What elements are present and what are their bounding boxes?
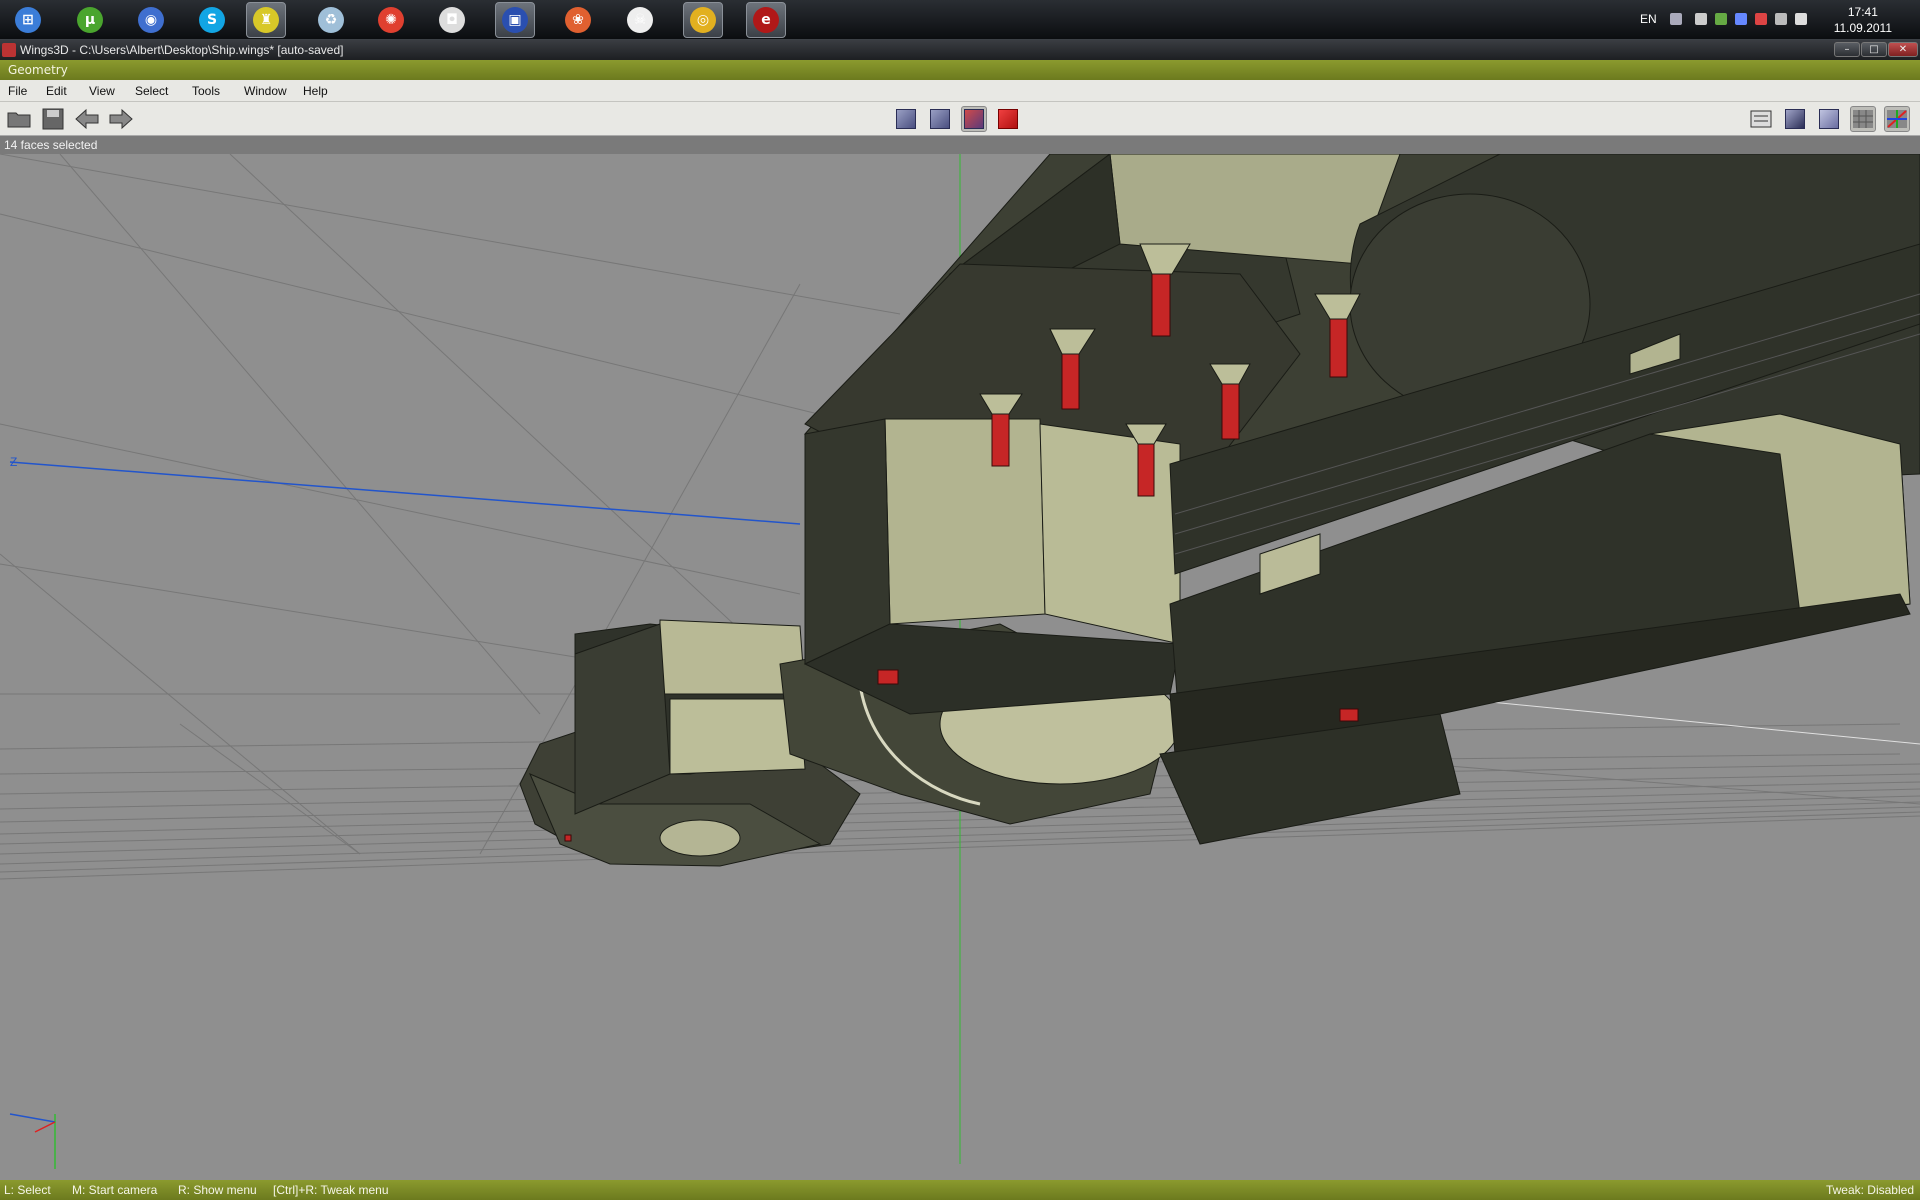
taskbar-app-yellow-icon[interactable]: ♜ [246, 2, 286, 38]
menu-bar: File Edit View Select Tools Window Help [0, 80, 1920, 102]
erlang-icon: e [753, 7, 779, 33]
taskbar-app-red-swirl-icon[interactable]: ✺ [371, 2, 411, 38]
menu-view[interactable]: View [89, 80, 115, 102]
taskbar-skype-icon[interactable]: S [192, 2, 232, 38]
tray-network-icon[interactable] [1715, 13, 1727, 25]
tweak-status[interactable]: Tweak: Disabled [1826, 1180, 1914, 1200]
chrome-icon: ◎ [690, 7, 716, 33]
app-red-swirl-icon: ✺ [378, 7, 404, 33]
floppy-save-icon: ▣ [502, 7, 528, 33]
info-bar: L: Select M: Start camera R: Show menu [… [0, 1180, 1920, 1200]
taskbar-google-earth-icon[interactable]: ◉ [131, 2, 171, 38]
hint-menu: R: Show menu [178, 1183, 257, 1197]
smooth-shaded-icon[interactable] [1782, 106, 1808, 132]
wings3d-icon: ☠ [627, 7, 653, 33]
undo-arrow-icon[interactable] [74, 106, 100, 132]
x-axis-line [1459, 698, 1920, 745]
ground-grid-icon[interactable] [1850, 106, 1876, 132]
3d-viewport[interactable]: Z [0, 154, 1920, 1180]
close-button[interactable]: ✕ [1888, 42, 1918, 57]
tray-usb-icon[interactable] [1695, 13, 1707, 25]
z-axis-label: Z [10, 455, 17, 469]
menu-edit[interactable]: Edit [46, 80, 67, 102]
hint-select: L: Select [4, 1183, 51, 1197]
window-titlebar[interactable]: Wings3D - C:\Users\Albert\Desktop\Ship.w… [0, 40, 1920, 60]
ship-model [519, 154, 1920, 867]
tray-info-icon[interactable] [1735, 13, 1747, 25]
clock[interactable]: 17:41 11.09.2011 [1834, 4, 1892, 36]
view-settings-icon[interactable] [1748, 106, 1774, 132]
app-fire-icon: ❀ [565, 7, 591, 33]
taskbar-chrome-icon[interactable]: ◎ [683, 2, 723, 38]
taskbar-utorrent-icon[interactable]: µ [70, 2, 110, 38]
z-axis-line [9, 461, 801, 525]
tray-flag-icon[interactable] [1755, 13, 1767, 25]
taskbar: ⊞ µ ◉ S ♜ ♻ ✺ ◘ ▣ ❀ ☠ ◎ e EN 17:41 11.09.2011 [0, 0, 1920, 40]
taskbar-wings3d-icon[interactable]: ☠ [620, 2, 660, 38]
language-indicator[interactable]: EN [1640, 12, 1657, 26]
redo-arrow-icon[interactable] [108, 106, 134, 132]
body-mode-icon[interactable] [995, 106, 1021, 132]
save-icon[interactable] [40, 106, 66, 132]
taskbar-speaker-app-icon[interactable]: ◘ [432, 2, 472, 38]
clock-time: 17:41 [1847, 5, 1878, 19]
menu-file[interactable]: File [8, 80, 27, 102]
menu-help[interactable]: Help [303, 80, 328, 102]
vertex-mode-icon[interactable] [893, 106, 919, 132]
taskbar-recycle-bin-icon[interactable]: ♻ [311, 2, 351, 38]
menu-tools[interactable]: Tools [192, 80, 220, 102]
tray-volume-icon[interactable] [1795, 13, 1807, 25]
wings3d-app-icon [2, 43, 16, 57]
tray-monitor-icon[interactable] [1775, 13, 1787, 25]
google-earth-icon: ◉ [138, 7, 164, 33]
skype-icon: S [199, 7, 225, 33]
menu-window[interactable]: Window [244, 80, 287, 102]
geometry-window-title: Geometry [0, 60, 1920, 80]
tray-arrow-icon[interactable] [1670, 13, 1682, 25]
maximize-button[interactable]: □ [1861, 42, 1887, 57]
utorrent-icon: µ [77, 7, 103, 33]
speaker-app-icon: ◘ [439, 7, 465, 33]
taskbar-start-orb-icon[interactable]: ⊞ [8, 2, 48, 38]
taskbar-erlang-icon[interactable]: e [746, 2, 786, 38]
edge-mode-icon[interactable] [927, 106, 953, 132]
toolbar [0, 102, 1920, 136]
selection-status: 14 faces selected [0, 136, 1920, 154]
viewport-scene: Z [0, 154, 1920, 1169]
taskbar-app-fire-icon[interactable]: ❀ [558, 2, 598, 38]
open-folder-icon[interactable] [6, 106, 32, 132]
menu-select[interactable]: Select [135, 80, 168, 102]
taskbar-floppy-save-icon[interactable]: ▣ [495, 2, 535, 38]
recycle-bin-icon: ♻ [318, 7, 344, 33]
axes-toggle-icon[interactable] [1884, 106, 1910, 132]
hint-camera: M: Start camera [72, 1183, 158, 1197]
hint-tweak-menu: [Ctrl]+R: Tweak menu [273, 1183, 389, 1197]
start-orb-icon: ⊞ [15, 7, 41, 33]
system-tray: EN 17:41 11.09.2011 [1620, 0, 1920, 40]
flat-shaded-icon[interactable] [1816, 106, 1842, 132]
clock-date: 11.09.2011 [1833, 21, 1892, 35]
minimize-button[interactable]: – [1834, 42, 1860, 57]
face-mode-icon[interactable] [961, 106, 987, 132]
app-yellow-icon: ♜ [253, 7, 279, 33]
window-title: Wings3D - C:\Users\Albert\Desktop\Ship.w… [20, 43, 344, 57]
orientation-axes-icon [9, 1113, 56, 1169]
